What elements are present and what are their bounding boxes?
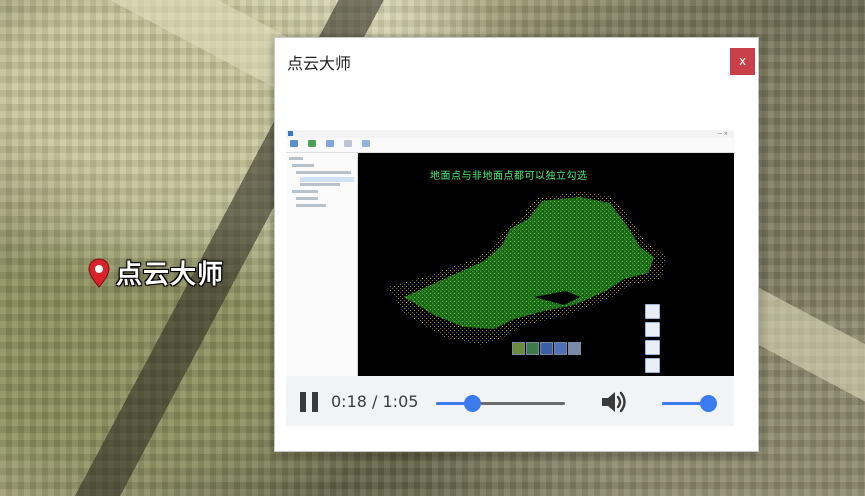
video-caption: 地面点与非地面点都可以独立勾选 [430,171,588,182]
video-controls: 0:18 / 1:05 [286,376,734,426]
toolbar-tree-icon [308,140,316,147]
toolbar-view-icon [362,140,370,147]
view-front-icon[interactable] [645,340,660,355]
pause-icon-bar [312,392,318,412]
sidebar-tree-row [300,183,340,186]
sidebar-tree-row [296,197,318,200]
map-pin-icon [88,257,110,288]
volume-thumb[interactable] [700,395,717,412]
progress-thumb[interactable] [463,395,481,412]
volume-slider[interactable] [662,395,717,412]
view-side-icon[interactable] [645,358,660,373]
close-button[interactable]: x [730,48,755,75]
layer-tool-icon[interactable] [540,342,553,355]
sidebar-tree-row [296,204,326,207]
video-player[interactable]: — × 地面点与非地面点都可以独立勾选 [286,130,734,376]
view-top-icon[interactable] [645,322,660,337]
map-marker-label: 点云大师 [116,260,225,290]
app-logo-icon [288,131,293,136]
settings-tool-icon[interactable] [568,342,581,355]
sidebar-tree-row [292,164,314,167]
volume-icon[interactable] [600,389,628,415]
sidebar-tree-row [296,171,351,174]
filter-tool-icon[interactable] [554,342,567,355]
video-app-sidebar [286,153,358,376]
video-app-toolbar [286,138,734,153]
video-dialog: 点云大师 x — × 地面点与非地面点都可以独立勾选 0:18 / 1:05 [274,37,759,452]
map-marker[interactable]: 点云大师 [88,254,224,291]
sidebar-tree-row [289,157,303,160]
sidebar-tree-row-selected [300,177,354,182]
progress-slider[interactable] [436,395,565,412]
pause-button[interactable] [300,392,318,412]
toolbar-tool-icon [344,140,352,147]
sidebar-tree-row [292,190,318,193]
toolbar-layer-icon [326,140,334,147]
point-cloud-render [388,191,666,345]
app-window-controls-icon: — × [717,131,728,137]
video-app-titlebar: — × [286,130,734,138]
time-display: 0:18 / 1:05 [331,392,419,411]
dialog-title: 点云大师 [287,54,352,73]
pause-icon [300,392,306,412]
measure-tool-icon[interactable] [512,342,525,355]
toolbar-open-icon [290,140,298,147]
home-view-icon[interactable] [645,304,660,319]
terrain-tool-icon[interactable] [526,342,539,355]
